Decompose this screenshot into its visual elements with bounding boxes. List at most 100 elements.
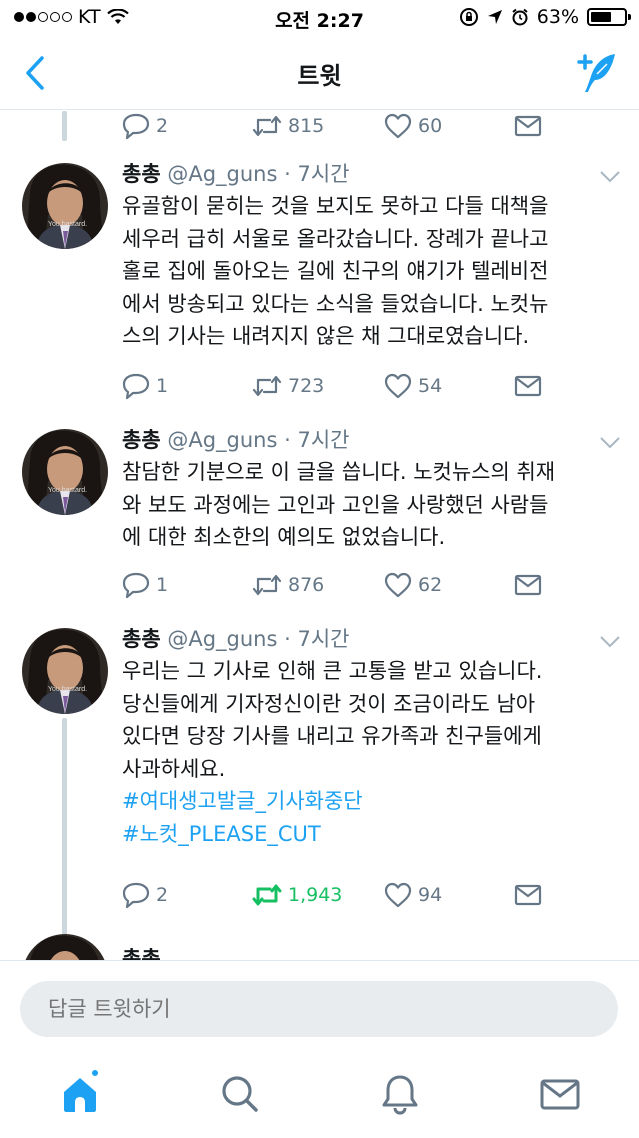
location-icon <box>487 10 502 24</box>
thread-line <box>62 718 67 938</box>
direct-message-button[interactable] <box>514 111 542 141</box>
retweet-button[interactable]: 1,943 <box>252 880 342 910</box>
tab-messages[interactable] <box>538 1072 582 1116</box>
avatar[interactable]: You bastard. <box>22 429 108 515</box>
reply-icon <box>122 572 150 599</box>
tweet-text-line: 우리는 그 기사로 인해 큰 고통을 받고 있습니다. <box>122 659 543 683</box>
tweet-text-line: 사과하세요. <box>122 756 226 781</box>
chevron-down-icon[interactable] <box>599 170 621 184</box>
tweet-text: 우리는 그 기사로 인해 큰 고통을 받고 있습니다. 당신들에게 기자정신이란… <box>122 655 617 850</box>
display-name[interactable]: 총총 <box>122 428 161 452</box>
tweet-text: 참담한 기분으로 이 글을 씁니다. 노컷뉴스의 취재 와 보도 과정에는 고인… <box>122 456 617 554</box>
retweet-icon <box>252 115 282 137</box>
tab-notifications[interactable] <box>378 1072 422 1116</box>
chevron-down-icon[interactable] <box>599 436 621 450</box>
tweet-text-line: 유골함이 묻히는 것을 보지도 못하고 다들 대책을 <box>122 194 549 218</box>
reply-icon <box>122 113 150 140</box>
heart-icon <box>384 572 412 598</box>
tweet-text: 유골함이 묻히는 것을 보지도 못하고 다들 대책을 세우러 급히 서울로 올라… <box>122 190 617 353</box>
retweet-count: 723 <box>288 375 325 397</box>
battery-percent: 63% <box>536 6 579 28</box>
hashtag-link[interactable]: #노컷_PLEASE_CUT <box>122 818 617 851</box>
retweet-count: 815 <box>288 115 325 137</box>
page-title: 트윗 <box>297 62 342 90</box>
like-button[interactable]: 60 <box>384 111 442 141</box>
direct-message-button[interactable] <box>514 880 542 910</box>
heart-icon <box>384 882 412 908</box>
reply-button[interactable]: 2 <box>122 111 168 141</box>
tweet-text-line: 홀로 집에 돌아오는 길에 친구의 얘기가 텔레비전 <box>122 259 549 283</box>
handle[interactable]: @Ag_guns <box>167 162 277 186</box>
reply-count: 2 <box>156 115 169 137</box>
like-count: 94 <box>418 884 443 906</box>
reply-count: 1 <box>156 375 169 397</box>
chevron-down-icon[interactable] <box>599 635 621 649</box>
tweet-text-line: 당신들에게 기자정신이란 것이 조금이라도 남아 <box>122 691 536 716</box>
direct-message-button[interactable] <box>514 371 542 401</box>
like-count: 62 <box>418 574 443 596</box>
retweet-count: 1,943 <box>288 884 343 906</box>
tweet-header: 총총 @Ag_guns · 7시간 <box>122 158 349 188</box>
tweet-header: 총총 @Ag_guns · 7시간 <box>122 424 349 454</box>
tweet-text-line: 스의 기사는 내려지지 않은 채 그대로였습니다. <box>122 324 530 348</box>
search-icon <box>222 1076 258 1112</box>
retweet-icon <box>252 884 282 906</box>
timestamp: · 7시간 <box>284 428 350 452</box>
retweet-button[interactable]: 723 <box>252 371 324 401</box>
status-right: 63% <box>459 6 631 28</box>
tweet-actions: 1 876 62 <box>122 570 622 600</box>
reply-button[interactable]: 1 <box>122 371 168 401</box>
timestamp: · 7시간 <box>284 627 350 651</box>
reply-bar <box>0 960 639 1056</box>
tweet-text-line: 있다면 당장 기사를 내리고 유가족과 친구들에게 <box>122 724 542 748</box>
tweet-actions: 2 1,943 94 <box>122 880 622 910</box>
display-name[interactable]: 총총 <box>122 627 161 651</box>
rotation-lock-icon <box>459 8 478 26</box>
tweet-text-line: 세우러 급히 서울로 올라갔습니다. 장례가 끝나고 <box>122 226 549 251</box>
tweet[interactable]: You bastard. 총총 @Ag_guns · 7시간 유골함이 묻히는 … <box>0 158 639 408</box>
retweet-button[interactable]: 815 <box>252 111 324 141</box>
like-button[interactable]: 54 <box>384 371 442 401</box>
tweet[interactable]: 총총 <box>0 933 639 960</box>
handle[interactable]: @Ag_guns <box>167 428 277 452</box>
tab-search[interactable] <box>218 1072 262 1116</box>
tab-bar <box>0 1056 639 1138</box>
avatar[interactable]: You bastard. <box>22 628 108 714</box>
envelope-icon <box>514 375 542 397</box>
reply-button[interactable]: 1 <box>122 570 168 600</box>
tweet-header: 총총 <box>122 943 161 960</box>
retweet-icon <box>252 574 282 596</box>
reply-icon <box>122 373 150 400</box>
reply-button[interactable]: 2 <box>122 880 168 910</box>
tweet[interactable]: You bastard. 총총 @Ag_guns · 7시간 우리는 그 기사로… <box>0 623 639 938</box>
envelope-icon <box>514 884 542 906</box>
compose-tweet-icon[interactable] <box>573 50 619 96</box>
reply-count: 2 <box>156 884 169 906</box>
like-button[interactable]: 62 <box>384 570 442 600</box>
heart-icon <box>384 113 412 139</box>
tab-home[interactable] <box>58 1068 102 1116</box>
heart-icon <box>384 373 412 399</box>
reply-input[interactable] <box>20 981 618 1037</box>
display-name[interactable]: 총총 <box>122 947 161 960</box>
nav-bar: 트윗 <box>0 36 639 110</box>
avatar[interactable]: You bastard. <box>22 163 108 249</box>
tweet[interactable]: You bastard. 총총 @Ag_guns · 7시간 참담한 기분으로 … <box>0 424 639 614</box>
direct-message-button[interactable] <box>514 570 542 600</box>
tweet-text-line: 에 대한 최소한의 예의도 없었습니다. <box>122 525 446 549</box>
tweet-text-line: 참담한 기분으로 이 글을 씁니다. 노컷뉴스의 취재 <box>122 460 556 484</box>
battery-icon <box>587 8 631 26</box>
thread-line <box>62 111 67 141</box>
tweet-actions: 1 723 54 <box>122 371 622 401</box>
svg-text:You bastard.: You bastard. <box>48 487 87 494</box>
tweet-feed[interactable]: 2 815 60 You bastard. 총총 @Ag_guns · 7시간 … <box>0 111 639 960</box>
handle[interactable]: @Ag_guns <box>167 627 277 651</box>
reply-icon <box>122 882 150 909</box>
retweet-button[interactable]: 876 <box>252 570 324 600</box>
like-button[interactable]: 94 <box>384 880 442 910</box>
reply-count: 1 <box>156 574 169 596</box>
hashtag-link[interactable]: #여대생고발글_기사화중단 <box>122 785 617 818</box>
display-name[interactable]: 총총 <box>122 162 161 186</box>
like-count: 54 <box>418 375 443 397</box>
avatar[interactable] <box>22 934 108 960</box>
